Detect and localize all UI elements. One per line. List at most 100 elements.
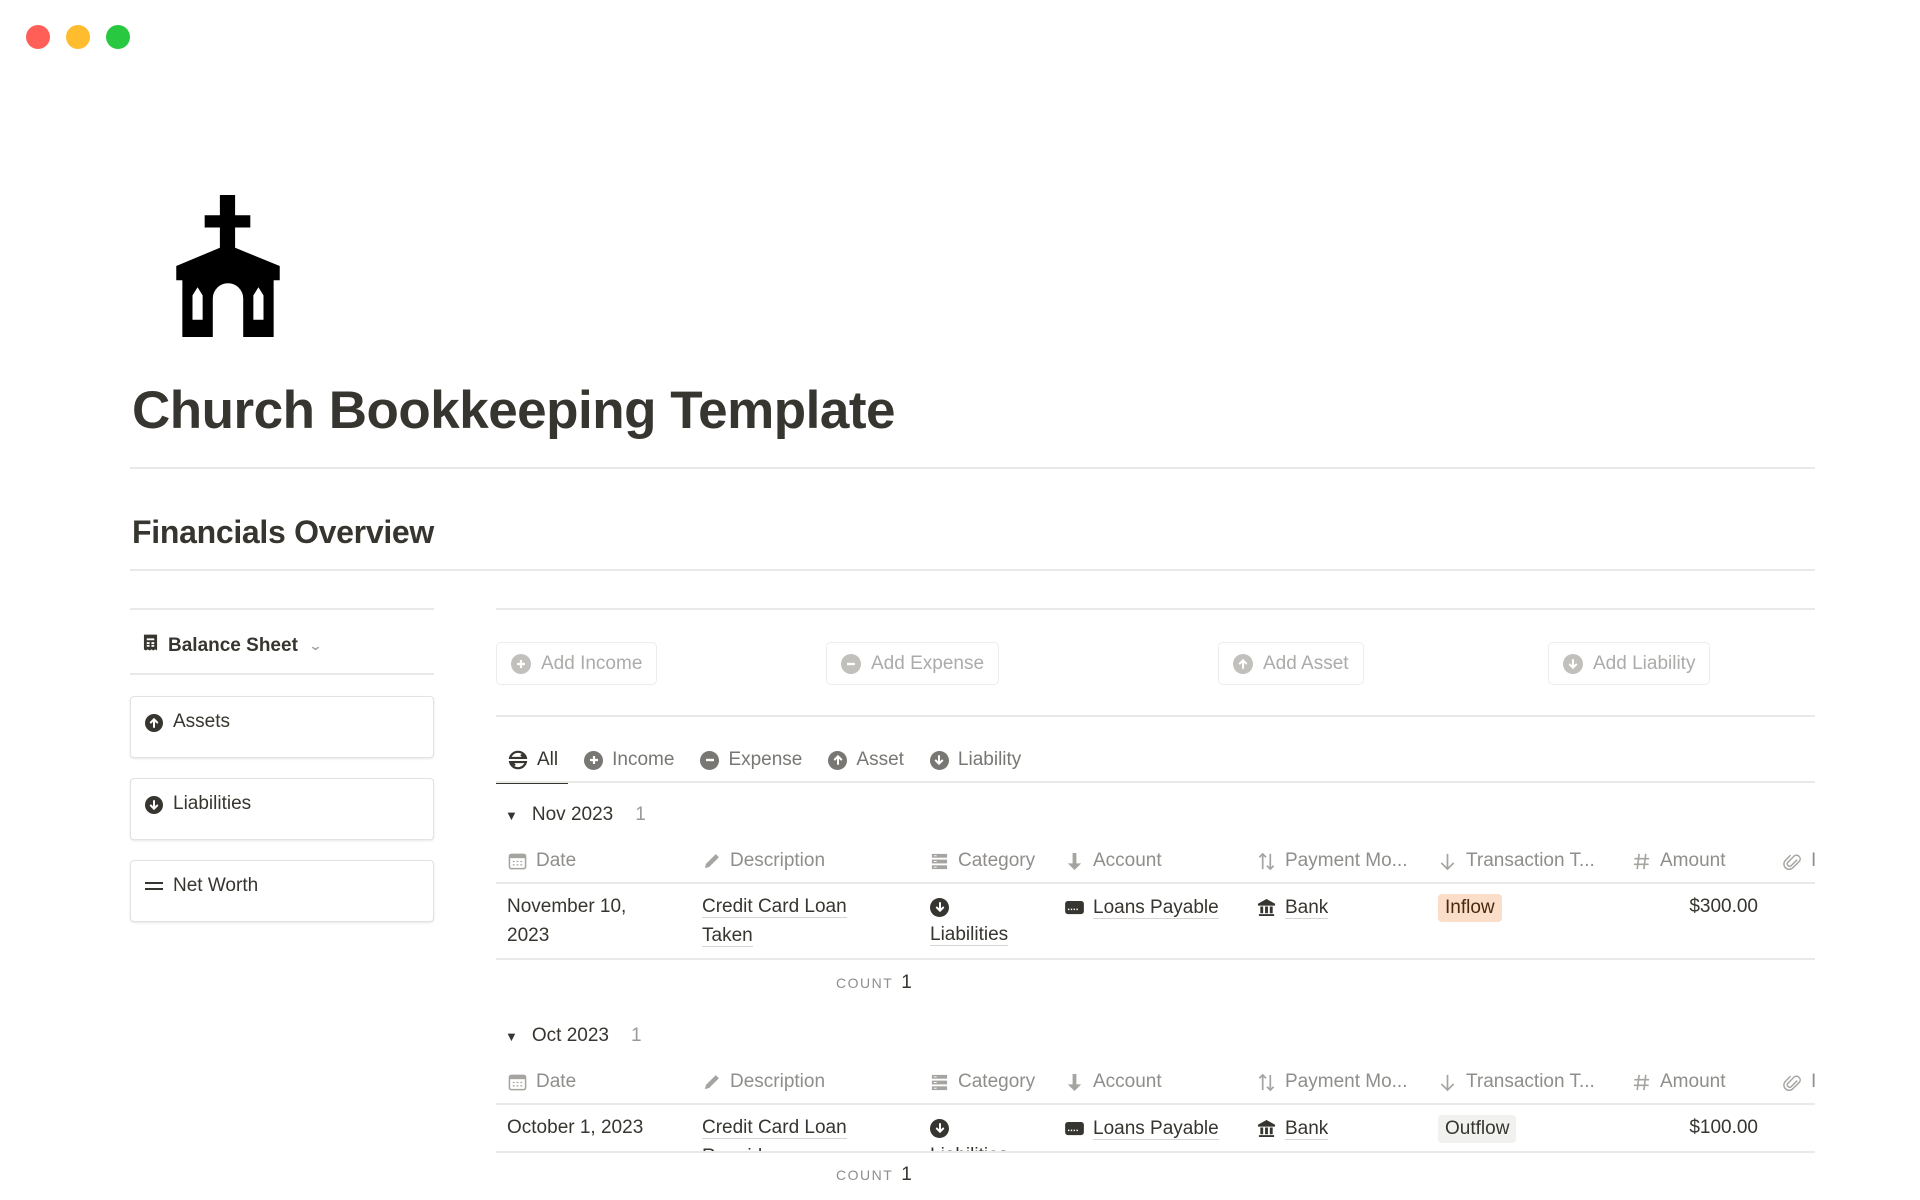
column-label: Description bbox=[730, 850, 826, 871]
column-header-payment-mode[interactable]: Payment Mo... bbox=[1257, 850, 1408, 872]
add-expense-button[interactable]: Add Expense bbox=[826, 642, 1000, 685]
column-header-attachments[interactable]: I bbox=[1783, 850, 1815, 872]
chevron-down-icon[interactable]: ⌄ bbox=[308, 638, 322, 654]
add-liability-button[interactable]: Add Liability bbox=[1548, 642, 1711, 685]
minus-circle-icon bbox=[700, 750, 720, 770]
arrows-up-down-icon bbox=[1257, 1073, 1276, 1092]
tab-asset-label: Asset bbox=[856, 749, 904, 770]
column-header-description[interactable]: Description bbox=[702, 850, 825, 872]
payment-mode-link[interactable]: Bank bbox=[1285, 1118, 1329, 1140]
list-icon bbox=[930, 852, 949, 871]
column-header-category[interactable]: Category bbox=[930, 1071, 1035, 1093]
column-label: Account bbox=[1093, 1071, 1162, 1092]
column-header-date[interactable]: Date bbox=[508, 850, 576, 872]
cell-description[interactable]: Credit Card Loan Taken bbox=[702, 892, 847, 950]
section-heading: Financials Overview bbox=[132, 514, 435, 550]
church-icon[interactable] bbox=[157, 195, 299, 337]
column-header-description[interactable]: Description bbox=[702, 1071, 825, 1093]
window-controls bbox=[26, 25, 130, 49]
card-assets[interactable]: Assets bbox=[130, 696, 434, 758]
payment-mode-link[interactable]: Bank bbox=[1285, 897, 1329, 919]
add-asset-button[interactable]: Add Asset bbox=[1218, 642, 1364, 685]
add-asset-label: Add Asset bbox=[1263, 652, 1349, 674]
date-value: October 1, 2023 bbox=[507, 1117, 644, 1138]
date-line: 2023 bbox=[507, 925, 550, 946]
arrow-down-circle-icon bbox=[145, 796, 163, 814]
cell-payment-mode[interactable]: Bank bbox=[1257, 893, 1329, 922]
add-liability-label: Add Liability bbox=[1593, 652, 1696, 674]
group-label: Oct 2023 bbox=[531, 1025, 609, 1046]
cell-amount[interactable]: $100.00 bbox=[1632, 1113, 1758, 1142]
list-icon bbox=[930, 1073, 949, 1092]
arrow-down-bold-icon bbox=[1065, 1073, 1084, 1092]
tab-income[interactable]: Income bbox=[572, 738, 684, 782]
collapse-triangle-icon[interactable]: ▼ bbox=[505, 808, 518, 823]
account-link[interactable]: Loans Payable bbox=[1093, 897, 1219, 919]
tab-expense[interactable]: Expense bbox=[688, 738, 812, 782]
category-link[interactable]: Liabilities bbox=[930, 1145, 1009, 1151]
account-link[interactable]: Loans Payable bbox=[1093, 1118, 1219, 1140]
cell-payment-mode[interactable]: Bank bbox=[1257, 1114, 1329, 1143]
view-tabs: All Income Expense Asset Liability bbox=[496, 738, 1035, 784]
credit-card-icon bbox=[1065, 1121, 1084, 1136]
add-income-label: Add Income bbox=[541, 652, 643, 674]
column-label: Description bbox=[730, 1071, 826, 1092]
bank-icon bbox=[1257, 898, 1276, 917]
column-header-payment-mode[interactable]: Payment Mo... bbox=[1257, 1071, 1408, 1093]
column-header-account[interactable]: Account bbox=[1065, 850, 1162, 872]
cell-amount[interactable]: $300.00 bbox=[1632, 892, 1758, 921]
paperclip-icon bbox=[1783, 852, 1802, 871]
column-header-transaction-type[interactable]: Transaction T... bbox=[1438, 1071, 1595, 1093]
cell-date[interactable]: November 10, 2023 bbox=[507, 892, 626, 950]
minus-circle-icon bbox=[841, 653, 861, 674]
description-link[interactable]: Credit Card Loan bbox=[702, 896, 847, 918]
cell-transaction-type[interactable]: Outflow bbox=[1438, 1114, 1517, 1143]
cell-category[interactable]: Liabilities bbox=[930, 894, 1009, 949]
column-header-category[interactable]: Category bbox=[930, 850, 1035, 872]
pencil-icon bbox=[702, 1073, 721, 1092]
column-header-date[interactable]: Date bbox=[508, 1071, 576, 1093]
zoom-window-button[interactable] bbox=[106, 25, 130, 49]
description-link[interactable]: Repaid bbox=[702, 1146, 763, 1151]
cell-account[interactable]: Loans Payable bbox=[1065, 893, 1219, 922]
tab-asset[interactable]: Asset bbox=[816, 738, 914, 782]
tab-all[interactable]: All bbox=[496, 738, 569, 784]
table-row[interactable]: October 1, 2023 Credit Card Loan Repaid … bbox=[496, 1105, 1815, 1153]
transaction-type-tag: Inflow bbox=[1438, 894, 1502, 922]
minimize-window-button[interactable] bbox=[66, 25, 90, 49]
column-header-transaction-type[interactable]: Transaction T... bbox=[1438, 850, 1595, 872]
column-header-attachments[interactable]: I bbox=[1783, 1071, 1815, 1093]
description-link[interactable]: Credit Card Loan bbox=[702, 1117, 847, 1139]
card-liabilities[interactable]: Liabilities bbox=[130, 778, 434, 840]
table-row[interactable]: November 10, 2023 Credit Card Loan Taken… bbox=[496, 884, 1815, 960]
add-income-button[interactable]: Add Income bbox=[496, 642, 658, 685]
plus-circle-icon bbox=[511, 653, 531, 674]
tab-liability[interactable]: Liability bbox=[918, 738, 1031, 782]
arrow-down-thin-icon bbox=[1438, 1073, 1457, 1092]
arrow-down-circle-icon bbox=[930, 1118, 949, 1138]
arrow-up-circle-icon bbox=[1233, 653, 1253, 674]
right-panel-top-border bbox=[496, 608, 1815, 610]
cell-date[interactable]: October 1, 2023 bbox=[507, 1113, 643, 1142]
hash-icon bbox=[1632, 1073, 1651, 1092]
card-net-worth[interactable]: Net Worth bbox=[130, 860, 434, 922]
category-link[interactable]: Liabilities bbox=[930, 924, 1009, 946]
cell-description[interactable]: Credit Card Loan Repaid bbox=[702, 1113, 847, 1151]
close-window-button[interactable] bbox=[26, 25, 50, 49]
column-header-account[interactable]: Account bbox=[1065, 1071, 1162, 1093]
cell-account[interactable]: Loans Payable bbox=[1065, 1114, 1219, 1143]
footer-value: 1 bbox=[901, 1164, 912, 1185]
column-header-amount[interactable]: Amount bbox=[1632, 850, 1725, 872]
column-header-amount[interactable]: Amount bbox=[1632, 1071, 1725, 1093]
view-switcher-balance-sheet[interactable]: Balance Sheet ⌄ bbox=[143, 634, 322, 658]
collapse-triangle-icon[interactable]: ▼ bbox=[505, 1029, 518, 1044]
group-header-oct-2023[interactable]: ▼ Oct 2023 1 bbox=[505, 1025, 642, 1047]
cell-transaction-type[interactable]: Inflow bbox=[1438, 893, 1502, 922]
arrows-up-down-icon bbox=[1257, 852, 1276, 871]
group-header-nov-2023[interactable]: ▼ Nov 2023 1 bbox=[505, 804, 646, 826]
description-link[interactable]: Taken bbox=[702, 925, 753, 947]
calendar-icon bbox=[508, 1073, 527, 1092]
table-header-nov: Date Description Category Account Paymen… bbox=[496, 843, 1815, 879]
cell-category[interactable]: Liabilities bbox=[930, 1115, 1009, 1151]
column-label: Date bbox=[536, 850, 577, 871]
